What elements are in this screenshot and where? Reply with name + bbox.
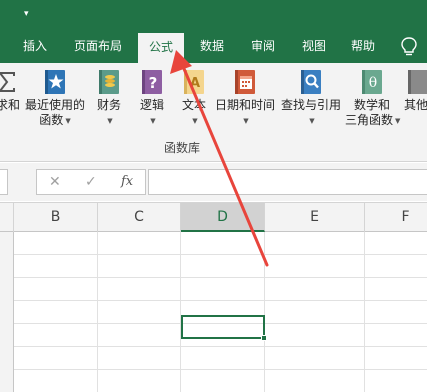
autosum-icon: [0, 72, 15, 92]
text-label: 文本: [181, 98, 206, 112]
more-functions-button[interactable]: 其他: [404, 69, 427, 113]
financial-label: 财务: [96, 98, 121, 112]
theta-book-icon: θ: [362, 70, 382, 94]
lookup-book-icon: [301, 70, 321, 94]
math-trig-button[interactable]: θ 数学和 三角函数 ▼: [345, 69, 401, 129]
tab-page-layout[interactable]: 页面布局: [66, 29, 130, 63]
more-functions-icon: [408, 70, 427, 94]
check-icon[interactable]: ✓: [85, 174, 97, 190]
formula-input[interactable]: [148, 169, 427, 195]
autosum-button[interactable]: 求和: [0, 69, 20, 113]
chevron-down-icon: ▼: [395, 117, 401, 125]
financial-button[interactable]: 财务 ▼: [92, 69, 126, 129]
tab-view[interactable]: 视图: [295, 29, 333, 63]
select-all-corner[interactable]: [0, 203, 14, 232]
ribbon-formulas: 求和 最近使用的 函数 ▼ 财务 ▼ ? 逻辑 ▼ A 文本 ▼ 日期和时间 ▼…: [0, 63, 427, 162]
column-header-d[interactable]: D: [181, 203, 265, 232]
gridline: [180, 232, 181, 392]
recently-used-label-1: 最近使用的: [24, 98, 85, 112]
formula-bar: ✕ ✓ fx: [0, 163, 427, 201]
date-time-label: 日期和时间: [214, 98, 275, 112]
logical-button[interactable]: ? 逻辑 ▼: [135, 69, 169, 129]
math-trig-label-1: 数学和: [353, 98, 390, 112]
svg-text:θ: θ: [369, 75, 377, 91]
column-header-e[interactable]: E: [265, 203, 365, 232]
name-box[interactable]: [0, 169, 8, 195]
tab-formulas[interactable]: 公式: [138, 33, 184, 63]
recently-used-button[interactable]: 最近使用的 函数 ▼: [23, 69, 87, 129]
function-library-group-label: 函数库: [164, 141, 201, 155]
cancel-icon[interactable]: ✕: [49, 174, 61, 190]
tab-insert[interactable]: 插入: [14, 29, 56, 63]
chevron-down-icon: ▼: [243, 117, 249, 125]
lightbulb-icon[interactable]: [399, 36, 419, 58]
ribbon-tab-bar: 插入 页面布局 公式 数据 审阅 视图 帮助: [0, 29, 427, 63]
chevron-down-icon: ▼: [150, 117, 156, 125]
finance-book-icon: [99, 70, 119, 94]
date-time-button[interactable]: 日期和时间 ▼: [214, 69, 276, 129]
column-header-f[interactable]: F: [365, 203, 427, 232]
column-headers: B C D E F: [0, 202, 427, 232]
autosum-label: 求和: [0, 98, 20, 112]
gridline: [364, 232, 365, 392]
gridline: [264, 232, 265, 392]
lookup-reference-button[interactable]: 查找与引用 ▼: [280, 69, 342, 129]
math-trig-label-2: 三角函数: [345, 113, 394, 127]
fill-handle[interactable]: [261, 335, 267, 341]
svg-text:?: ?: [149, 74, 158, 92]
more-functions-label: 其他: [404, 98, 427, 112]
column-header-c[interactable]: C: [98, 203, 181, 232]
column-header-b[interactable]: B: [14, 203, 98, 232]
chevron-down-icon: ▼: [192, 117, 198, 125]
svg-text:A: A: [190, 76, 200, 91]
title-bar: ▾: [0, 0, 427, 29]
recently-used-label-2: 函数: [39, 113, 64, 127]
chevron-down-icon: ▼: [65, 117, 71, 125]
tab-data[interactable]: 数据: [193, 29, 231, 63]
chevron-down-icon: ▼: [309, 117, 315, 125]
formula-buttons: ✕ ✓ fx: [36, 169, 146, 195]
tab-help[interactable]: 帮助: [343, 29, 383, 63]
chevron-down-icon: ▼: [107, 117, 113, 125]
active-cell[interactable]: [181, 315, 265, 339]
lookup-reference-label: 查找与引用: [280, 98, 341, 112]
worksheet-grid[interactable]: [14, 232, 427, 392]
star-book-icon: [45, 70, 65, 94]
row-headers[interactable]: [0, 232, 14, 392]
gridline: [97, 232, 98, 392]
insert-function-button[interactable]: fx: [121, 174, 133, 189]
question-book-icon: ?: [142, 70, 162, 94]
customize-quick-access-dropdown[interactable]: ▾: [24, 9, 29, 19]
tab-review[interactable]: 审阅: [244, 29, 282, 63]
text-button[interactable]: A 文本 ▼: [177, 69, 211, 129]
text-book-icon: A: [184, 70, 204, 94]
calendar-book-icon: [235, 70, 255, 94]
logical-label: 逻辑: [139, 98, 164, 112]
